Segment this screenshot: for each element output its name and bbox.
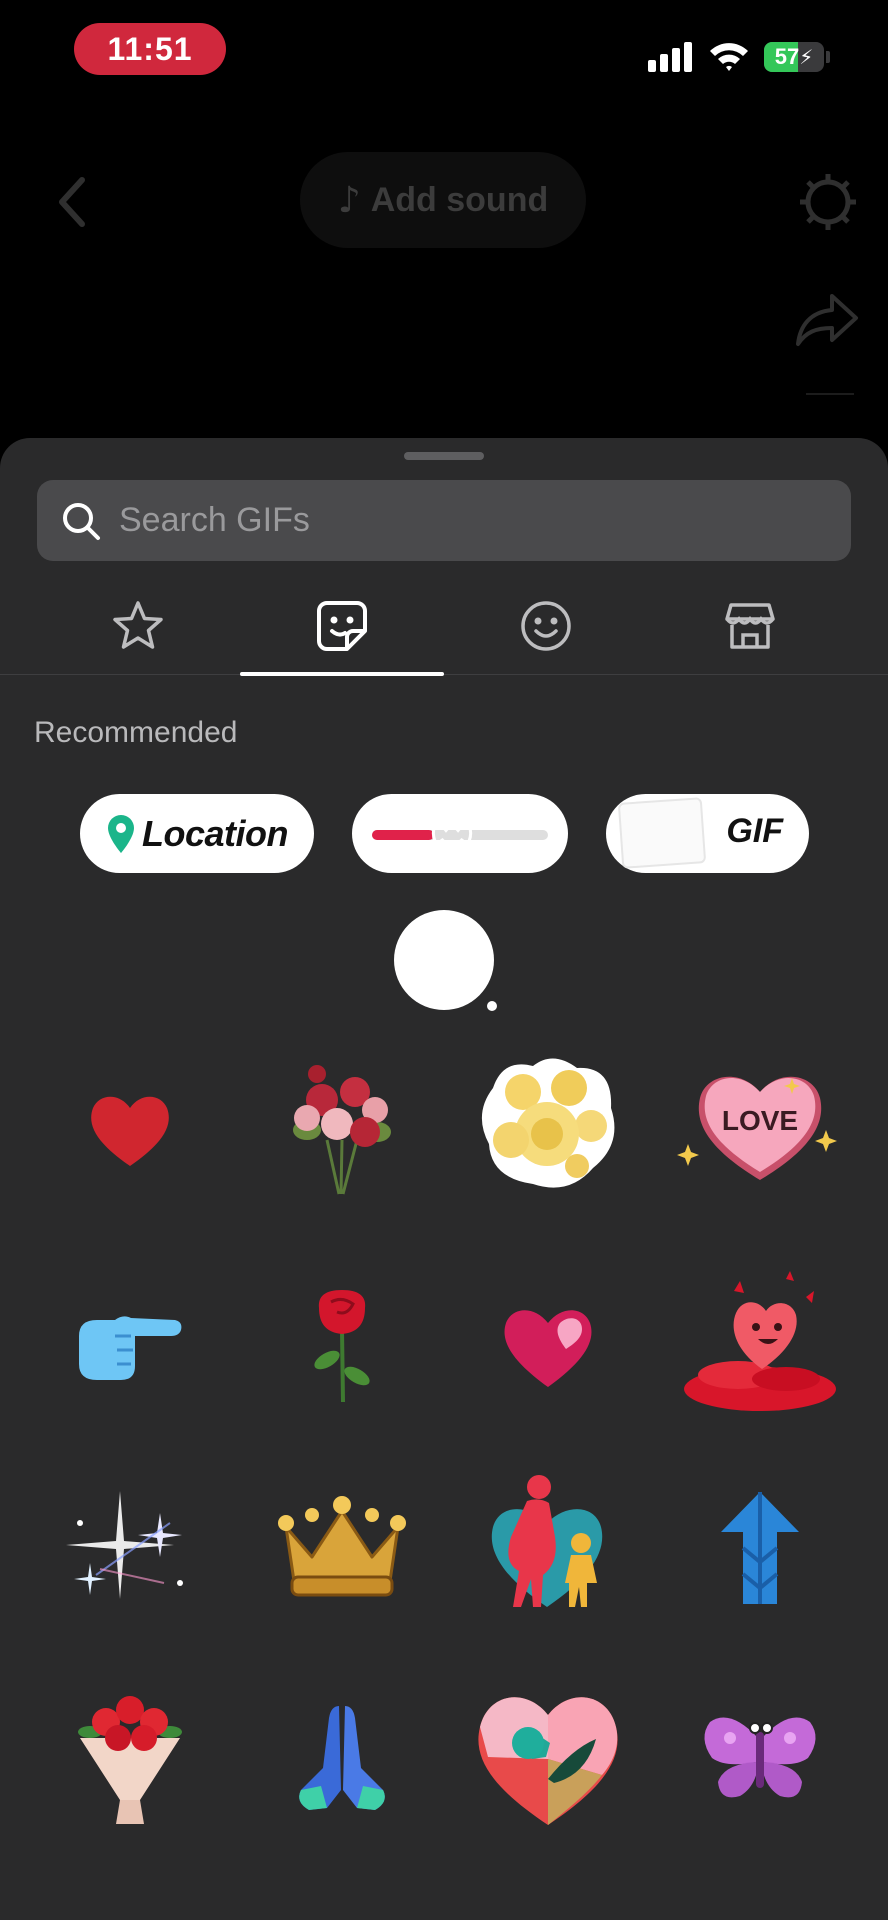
battery-charging-icon: 57 ⚡ <box>764 42 824 72</box>
gold-crown-sticker[interactable] <box>262 1468 422 1628</box>
flower-heart-icon <box>478 1697 618 1825</box>
add-sound-button[interactable]: ♪ Add sound <box>300 152 586 248</box>
section-title-recommended: Recommended <box>34 716 238 749</box>
battery-percent: 57 <box>774 44 800 69</box>
heart-character-sticker[interactable] <box>680 1266 840 1426</box>
sticker-icon <box>317 601 367 651</box>
gif-sticker-chip[interactable]: GIF <box>606 794 809 873</box>
gif-thumbnail <box>617 797 707 869</box>
rose-icon <box>314 1290 370 1403</box>
back-chevron-icon[interactable] <box>48 172 98 232</box>
praying-hands-sticker[interactable] <box>262 1678 422 1838</box>
single-rose-sticker[interactable] <box>262 1266 422 1426</box>
tab-emoji[interactable] <box>444 578 648 674</box>
search-input[interactable] <box>119 501 819 540</box>
signal-icon <box>648 42 694 72</box>
sparkles-icon <box>66 1491 183 1599</box>
love-text: LOVE <box>722 1105 798 1136</box>
bubble-tail-dot <box>484 998 500 1014</box>
butterfly-icon <box>704 1717 816 1798</box>
tab-favorites[interactable] <box>36 578 240 674</box>
emoji-slider-chip[interactable]: 😍 <box>352 794 568 873</box>
bouquet-icon <box>78 1696 182 1824</box>
status-bar: 11:51 57 ⚡ <box>0 0 888 110</box>
battery-nub <box>826 51 830 63</box>
arrow-up-icon <box>721 1492 799 1604</box>
heart-eyes-emoji: 😍 <box>412 925 476 995</box>
flowers-icon <box>481 1058 615 1188</box>
emoji-reaction-sticker[interactable]: 😍 <box>394 910 500 1014</box>
crown-icon <box>278 1496 406 1597</box>
divider <box>806 393 854 395</box>
star-icon <box>113 601 163 649</box>
slider-fill <box>372 830 434 840</box>
location-chip-label: Location <box>142 812 289 854</box>
tab-stickers[interactable] <box>240 578 444 676</box>
heart-icon <box>504 1310 592 1387</box>
location-sticker-chip[interactable]: Location <box>80 794 314 873</box>
heart-eyes-emoji: 😍 <box>428 807 476 861</box>
red-bouquet-sticker[interactable] <box>50 1678 210 1838</box>
sheet-drag-handle[interactable] <box>404 452 484 460</box>
music-note-icon: ♪ <box>337 179 361 221</box>
heart-icon <box>91 1096 169 1166</box>
mother-child-sticker[interactable] <box>468 1462 628 1622</box>
purple-butterfly-sticker[interactable] <box>680 1678 840 1838</box>
smiley-icon <box>521 601 571 651</box>
pointing-hand-sticker[interactable] <box>50 1266 210 1426</box>
tab-store[interactable] <box>648 578 852 674</box>
status-time: 11:51 <box>74 23 226 75</box>
share-icon[interactable] <box>794 290 860 350</box>
rose-bouquet-sticker[interactable] <box>262 1050 422 1210</box>
add-sound-label: Add sound <box>370 180 549 219</box>
yellow-flowers-sticker[interactable] <box>468 1043 628 1203</box>
settings-icon[interactable] <box>796 170 860 234</box>
pink-heart-sticker[interactable] <box>468 1266 628 1426</box>
love-heart-icon: LOVE <box>677 1076 837 1180</box>
blue-arrow-sticker[interactable] <box>680 1468 840 1628</box>
search-bar[interactable] <box>37 480 851 561</box>
wifi-icon <box>710 43 748 71</box>
love-heart-sticker[interactable]: LOVE <box>677 1043 840 1203</box>
mother-child-icon <box>491 1475 603 1607</box>
location-pin-icon <box>108 814 134 853</box>
roses-icon <box>293 1065 391 1195</box>
praying-hands-icon <box>299 1706 385 1810</box>
sparkles-sticker[interactable] <box>50 1468 210 1628</box>
flower-heart-sticker[interactable] <box>468 1674 628 1834</box>
search-icon <box>63 502 100 540</box>
sticker-tabs <box>0 578 888 676</box>
sticker-sheet: Recommended Location 😍 GIF 😍 <box>0 438 888 1920</box>
heart-character-icon <box>684 1271 836 1411</box>
gif-chip-label: GIF <box>726 812 783 850</box>
red-heart-sticker[interactable] <box>50 1050 210 1210</box>
pointing-hand-icon <box>79 1316 182 1380</box>
store-icon <box>725 603 775 649</box>
